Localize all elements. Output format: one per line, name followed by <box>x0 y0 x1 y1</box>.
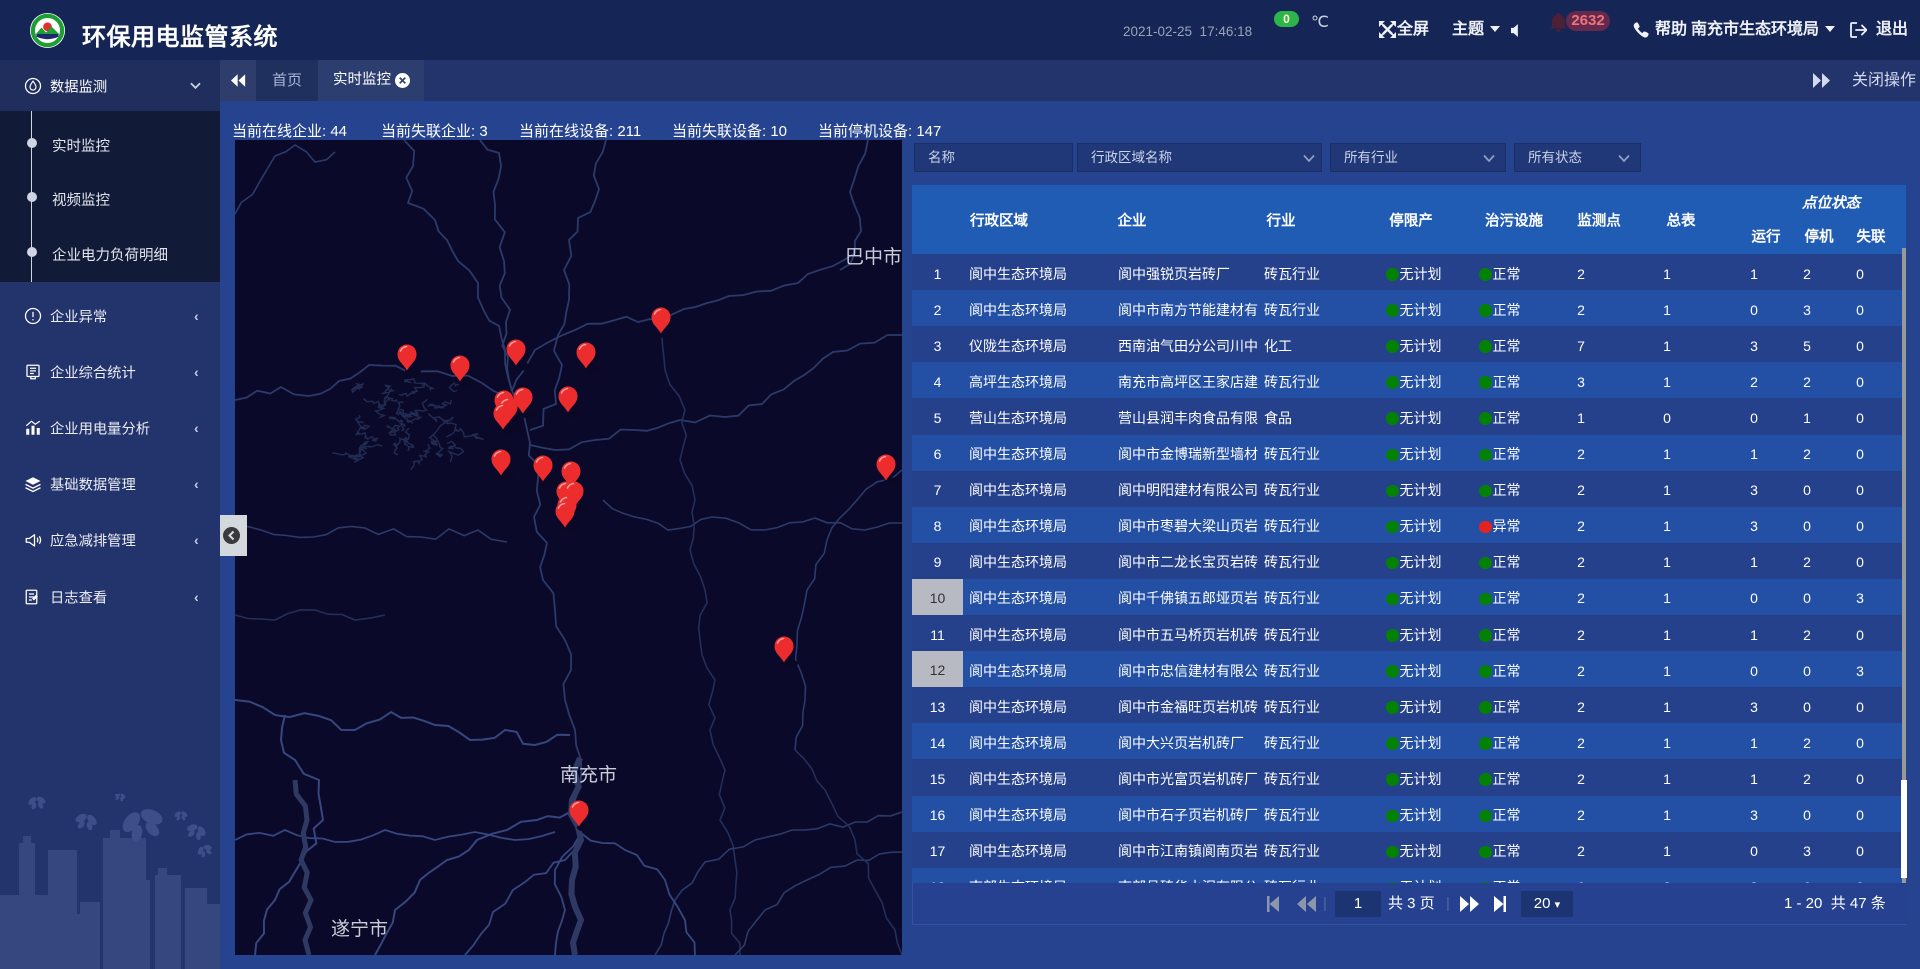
svg-text:遂宁市: 遂宁市 <box>331 918 388 940</box>
svg-text:南充市: 南充市 <box>560 764 617 786</box>
svg-text:巴中市: 巴中市 <box>845 246 902 268</box>
